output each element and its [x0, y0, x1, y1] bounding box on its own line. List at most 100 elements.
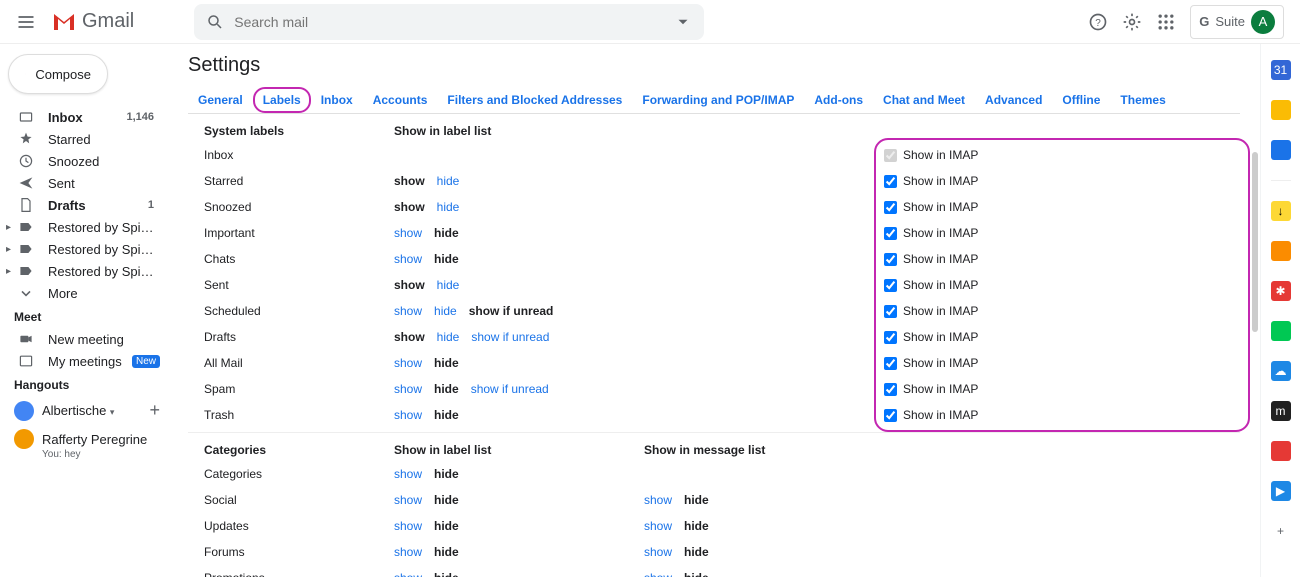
sidebar-item-snoozed[interactable]: Snoozed — [0, 150, 168, 172]
sidebar-item-drafts[interactable]: Drafts1 — [0, 194, 168, 216]
option-show[interactable]: show — [394, 519, 422, 533]
sidebar-item-restored-by-spinbackup-[interactable]: ▸Restored by Spinbackup... — [0, 260, 168, 282]
option-show-if-unread[interactable]: show if unread — [471, 382, 549, 396]
account-avatar[interactable]: A — [1251, 10, 1275, 34]
imap-checkbox[interactable] — [884, 175, 897, 188]
add-addon-icon[interactable]: + — [1271, 521, 1291, 541]
option-hide[interactable]: hide — [434, 571, 459, 577]
option-show[interactable]: show — [644, 493, 672, 507]
option-hide[interactable]: hide — [434, 252, 459, 266]
menu-icon[interactable] — [16, 12, 36, 32]
option-hide[interactable]: hide — [437, 278, 460, 292]
tab-labels[interactable]: Labels — [253, 87, 311, 113]
option-hide[interactable]: hide — [684, 545, 709, 559]
option-hide[interactable]: hide — [437, 200, 460, 214]
sidebar-item-restored-by-spinbackup-[interactable]: ▸Restored by Spinbackup... — [0, 216, 168, 238]
search-input[interactable] — [234, 14, 674, 30]
option-hide[interactable]: hide — [434, 408, 459, 422]
gsuite-badge[interactable]: G Suite A — [1190, 5, 1284, 39]
option-hide[interactable]: hide — [434, 545, 459, 559]
compose-button[interactable]: Compose — [8, 54, 108, 94]
green-addon-icon[interactable] — [1271, 321, 1291, 341]
option-show[interactable]: show — [394, 200, 425, 214]
sidebar-item-sent[interactable]: Sent — [0, 172, 168, 194]
tab-accounts[interactable]: Accounts — [363, 87, 438, 113]
download-addon-icon[interactable]: ↓ — [1271, 201, 1291, 221]
gmail-logo[interactable]: Gmail — [52, 10, 134, 33]
add-contact-icon[interactable]: + — [149, 400, 160, 421]
sidebar-item-inbox[interactable]: Inbox1,146 — [0, 106, 168, 128]
option-hide[interactable]: hide — [434, 356, 459, 370]
chevron-right-icon[interactable]: ▸ — [6, 222, 16, 233]
option-show-if-unread[interactable]: show if unread — [469, 304, 554, 318]
m-addon-icon[interactable]: m — [1271, 401, 1291, 421]
option-hide[interactable]: hide — [434, 382, 459, 396]
option-show[interactable]: show — [394, 252, 422, 266]
settings-gear-icon[interactable] — [1122, 12, 1142, 32]
option-show[interactable]: show — [394, 278, 425, 292]
hangout-contact[interactable]: Albertische ▾+ — [0, 396, 168, 425]
option-show[interactable]: show — [394, 467, 422, 481]
option-hide[interactable]: hide — [434, 304, 457, 318]
meet-item-my-meetings[interactable]: My meetingsNew — [0, 350, 168, 372]
tab-add-ons[interactable]: Add-ons — [804, 87, 873, 113]
tab-themes[interactable]: Themes — [1110, 87, 1175, 113]
option-hide[interactable]: hide — [437, 174, 460, 188]
option-hide[interactable]: hide — [434, 467, 459, 481]
imap-checkbox[interactable] — [884, 253, 897, 266]
chevron-right-icon[interactable]: ▸ — [6, 266, 16, 277]
imap-checkbox[interactable] — [884, 149, 897, 162]
tab-offline[interactable]: Offline — [1052, 87, 1110, 113]
option-show[interactable]: show — [394, 330, 425, 344]
option-show[interactable]: show — [394, 304, 422, 318]
option-hide[interactable]: hide — [434, 493, 459, 507]
option-show[interactable]: show — [394, 571, 422, 577]
option-show[interactable]: show — [394, 174, 425, 188]
search-dropdown-icon[interactable] — [674, 13, 692, 31]
option-hide[interactable]: hide — [684, 519, 709, 533]
tab-advanced[interactable]: Advanced — [975, 87, 1052, 113]
video-addon-icon[interactable]: ▶ — [1271, 481, 1291, 501]
star-addon-icon[interactable]: ✱ — [1271, 281, 1291, 301]
meet-item-new-meeting[interactable]: New meeting — [0, 328, 168, 350]
option-hide[interactable]: hide — [684, 493, 709, 507]
tab-filters-and-blocked-addresses[interactable]: Filters and Blocked Addresses — [437, 87, 632, 113]
imap-checkbox[interactable] — [884, 305, 897, 318]
help-icon[interactable]: ? — [1088, 12, 1108, 32]
cloud-addon-icon[interactable]: ☁ — [1271, 361, 1291, 381]
imap-checkbox[interactable] — [884, 227, 897, 240]
shield-addon-icon[interactable] — [1271, 241, 1291, 261]
apps-grid-icon[interactable] — [1156, 12, 1176, 32]
imap-checkbox[interactable] — [884, 201, 897, 214]
imap-checkbox[interactable] — [884, 383, 897, 396]
chevron-right-icon[interactable]: ▸ — [6, 244, 16, 255]
tab-general[interactable]: General — [188, 87, 253, 113]
red-addon-icon[interactable] — [1271, 441, 1291, 461]
scrollbar[interactable] — [1252, 152, 1258, 332]
sidebar-item-more[interactable]: More — [0, 282, 168, 304]
keep-addon-icon[interactable] — [1271, 100, 1291, 120]
search-bar[interactable] — [194, 4, 704, 40]
option-show[interactable]: show — [394, 356, 422, 370]
option-show[interactable]: show — [394, 408, 422, 422]
tasks-addon-icon[interactable] — [1271, 140, 1291, 160]
option-show[interactable]: show — [644, 545, 672, 559]
tab-forwarding-and-pop-imap[interactable]: Forwarding and POP/IMAP — [632, 87, 804, 113]
calendar-addon-icon[interactable]: 31 — [1271, 60, 1291, 80]
imap-checkbox[interactable] — [884, 331, 897, 344]
sidebar-item-restored-by-spinbackup-[interactable]: ▸Restored by Spinbackup... — [0, 238, 168, 260]
option-hide[interactable]: hide — [434, 226, 459, 240]
option-show[interactable]: show — [394, 493, 422, 507]
imap-checkbox[interactable] — [884, 357, 897, 370]
option-show-if-unread[interactable]: show if unread — [471, 330, 549, 344]
sidebar-item-starred[interactable]: Starred — [0, 128, 168, 150]
option-hide[interactable]: hide — [434, 519, 459, 533]
option-show[interactable]: show — [394, 545, 422, 559]
option-hide[interactable]: hide — [437, 330, 460, 344]
option-hide[interactable]: hide — [684, 571, 709, 577]
imap-checkbox[interactable] — [884, 279, 897, 292]
option-show[interactable]: show — [644, 519, 672, 533]
option-show[interactable]: show — [394, 226, 422, 240]
tab-chat-and-meet[interactable]: Chat and Meet — [873, 87, 975, 113]
option-show[interactable]: show — [394, 382, 422, 396]
